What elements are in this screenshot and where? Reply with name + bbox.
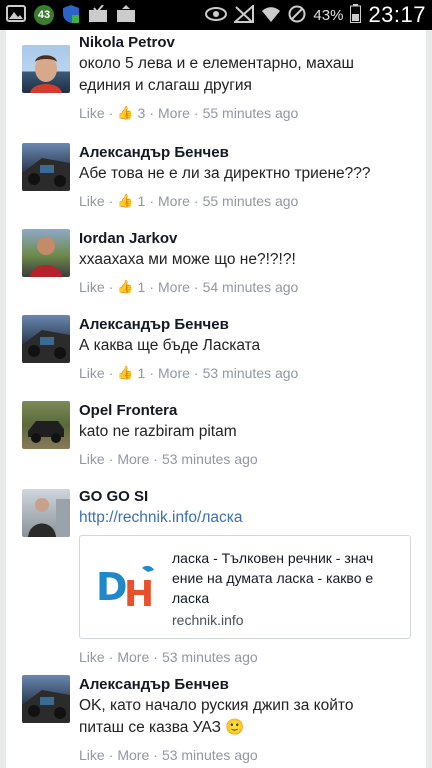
eye-icon [205, 6, 228, 24]
thumbs-up-icon[interactable]: 👍 [117, 191, 133, 211]
thumbs-up-icon[interactable]: 👍 [117, 363, 133, 383]
avatar[interactable] [22, 143, 70, 191]
more-button[interactable]: More [158, 103, 190, 123]
comment-item: Nikola Petrov около 5 лева и е елементар… [6, 30, 426, 140]
comment-text: ххаахаха ми може що не?!?!?! [79, 249, 416, 271]
comment-item: GO GO SI http://rechnik.info/ласка D H л… [6, 484, 426, 670]
do-not-disturb-icon [288, 5, 306, 26]
timestamp: 55 minutes ago [202, 105, 299, 121]
comment-actions: Like · 👍 1 · More · 54 minutes ago [79, 277, 299, 297]
avatar[interactable] [22, 45, 70, 93]
comment-line: питаш се казва УАЗ 🙂 [79, 719, 245, 736]
thumbs-up-icon[interactable]: 👍 [117, 277, 133, 297]
like-button[interactable]: Like [79, 277, 105, 297]
comment-line: kato ne razbiram pitam [79, 423, 237, 440]
shield-icon [62, 4, 80, 27]
link-title-line: ласка - Тълковен речник - знач [172, 550, 374, 566]
more-button[interactable]: More [117, 449, 149, 469]
like-button[interactable]: Like [79, 191, 105, 211]
comment-author[interactable]: Александър Бенчев [79, 675, 416, 695]
comment-line: единия и слагаш другия [79, 77, 252, 94]
comment-author[interactable]: Александър Бенчев [79, 315, 416, 335]
comment-author[interactable]: Nikola Petrov [79, 33, 416, 53]
comment-actions: Like · More · 53 minutes ago [79, 647, 258, 667]
comment-item: Opel Frontera kato ne razbiram pitam Lik… [6, 398, 426, 484]
timestamp: 53 minutes ago [161, 649, 258, 665]
comment-actions: Like · More · 53 minutes ago [79, 745, 258, 765]
comment-line: ххаахаха ми може що не?!?!?! [79, 251, 296, 268]
comment-line: около 5 лева и е елементарно, махаш [79, 55, 354, 72]
comment-line: OK, като начало руския джип за който [79, 697, 354, 714]
link-title-line: ение на думата ласка - какво е [172, 570, 374, 586]
like-count[interactable]: 3 [138, 103, 146, 123]
comment-actions: Like · More · 53 minutes ago [79, 449, 258, 469]
photo-upload-icon [116, 4, 136, 26]
battery-percent: 43% [313, 6, 344, 24]
timestamp: 53 minutes ago [202, 365, 299, 381]
comment-author[interactable]: GO GO SI [79, 487, 416, 507]
link-domain: rechnik.info [172, 612, 244, 628]
comment-author[interactable]: Iordan Jarkov [79, 229, 416, 249]
more-button[interactable]: More [158, 277, 190, 297]
like-button[interactable]: Like [79, 745, 105, 765]
comment-author[interactable]: Opel Frontera [79, 401, 416, 421]
comment-text: OK, като начало руския джип за който пит… [79, 695, 416, 739]
avatar[interactable] [22, 675, 70, 723]
comment-author[interactable]: Александър Бенчев [79, 143, 416, 163]
link-title[interactable]: ласка - Тълковен речник - знач ение на д… [172, 548, 400, 608]
comment-actions: Like · 👍 3 · More · 55 minutes ago [79, 103, 299, 123]
comment-item: Александър Бенчев А каква ще бъде Ласкат… [6, 312, 426, 398]
more-button[interactable]: More [158, 191, 190, 211]
like-count[interactable]: 1 [138, 277, 146, 297]
image-icon [6, 5, 26, 25]
no-signal-icon [232, 3, 255, 26]
notification-badge: 43 [34, 5, 54, 25]
comment-text: около 5 лева и е елементарно, махаш един… [79, 53, 416, 97]
mail-check-icon [88, 3, 108, 26]
timestamp: 53 minutes ago [161, 451, 258, 467]
more-button[interactable]: More [117, 647, 149, 667]
link-title-line: ласка [172, 590, 210, 606]
avatar[interactable] [22, 489, 70, 537]
comment-line: Абе това не е ли за директно триене??? [79, 165, 371, 182]
comment-actions: Like · 👍 1 · More · 53 minutes ago [79, 363, 299, 383]
comment-actions: Like · 👍 1 · More · 55 minutes ago [79, 191, 299, 211]
link-preview-card[interactable]: D H ласка - Тълковен речник - знач ение … [79, 535, 411, 639]
comment-text: Абе това не е ли за директно триене??? [79, 163, 416, 185]
like-button[interactable]: Like [79, 363, 105, 383]
comment-item: Александър Бенчев Абе това не е ли за ди… [6, 140, 426, 226]
wifi-icon [261, 5, 281, 26]
timestamp: 54 minutes ago [202, 279, 299, 295]
timestamp: 53 minutes ago [161, 747, 258, 763]
avatar[interactable] [22, 401, 70, 449]
thumbs-up-icon[interactable]: 👍 [117, 103, 133, 123]
site-logo-h: H [124, 574, 154, 615]
comment-item: Iordan Jarkov ххаахаха ми може що не?!?!… [6, 226, 426, 312]
comment-line: А каква ще бъде Ласката [79, 337, 261, 354]
like-count[interactable]: 1 [138, 363, 146, 383]
like-button[interactable]: Like [79, 103, 105, 123]
comment-item: Александър Бенчев OK, като начало руския… [6, 672, 426, 768]
battery-icon [350, 4, 362, 26]
status-bar: 43 43% 23:17 [0, 0, 432, 30]
avatar[interactable] [22, 315, 70, 363]
more-button[interactable]: More [117, 745, 149, 765]
comment-text: kato ne razbiram pitam [79, 421, 416, 443]
clock: 23:17 [368, 2, 426, 27]
timestamp: 55 minutes ago [202, 193, 299, 209]
avatar[interactable] [22, 229, 70, 277]
comment-feed[interactable]: Nikola Petrov около 5 лева и е елементар… [6, 30, 426, 768]
like-count[interactable]: 1 [138, 191, 146, 211]
link-thumbnail: D H [90, 548, 162, 620]
site-logo-d: D [96, 565, 128, 609]
comment-text: А каква ще бъде Ласката [79, 335, 416, 357]
more-button[interactable]: More [158, 363, 190, 383]
comment-text: http://rechnik.info/ласка [79, 507, 416, 529]
like-button[interactable]: Like [79, 449, 105, 469]
like-button[interactable]: Like [79, 647, 105, 667]
comment-link[interactable]: http://rechnik.info/ласка [79, 509, 243, 526]
